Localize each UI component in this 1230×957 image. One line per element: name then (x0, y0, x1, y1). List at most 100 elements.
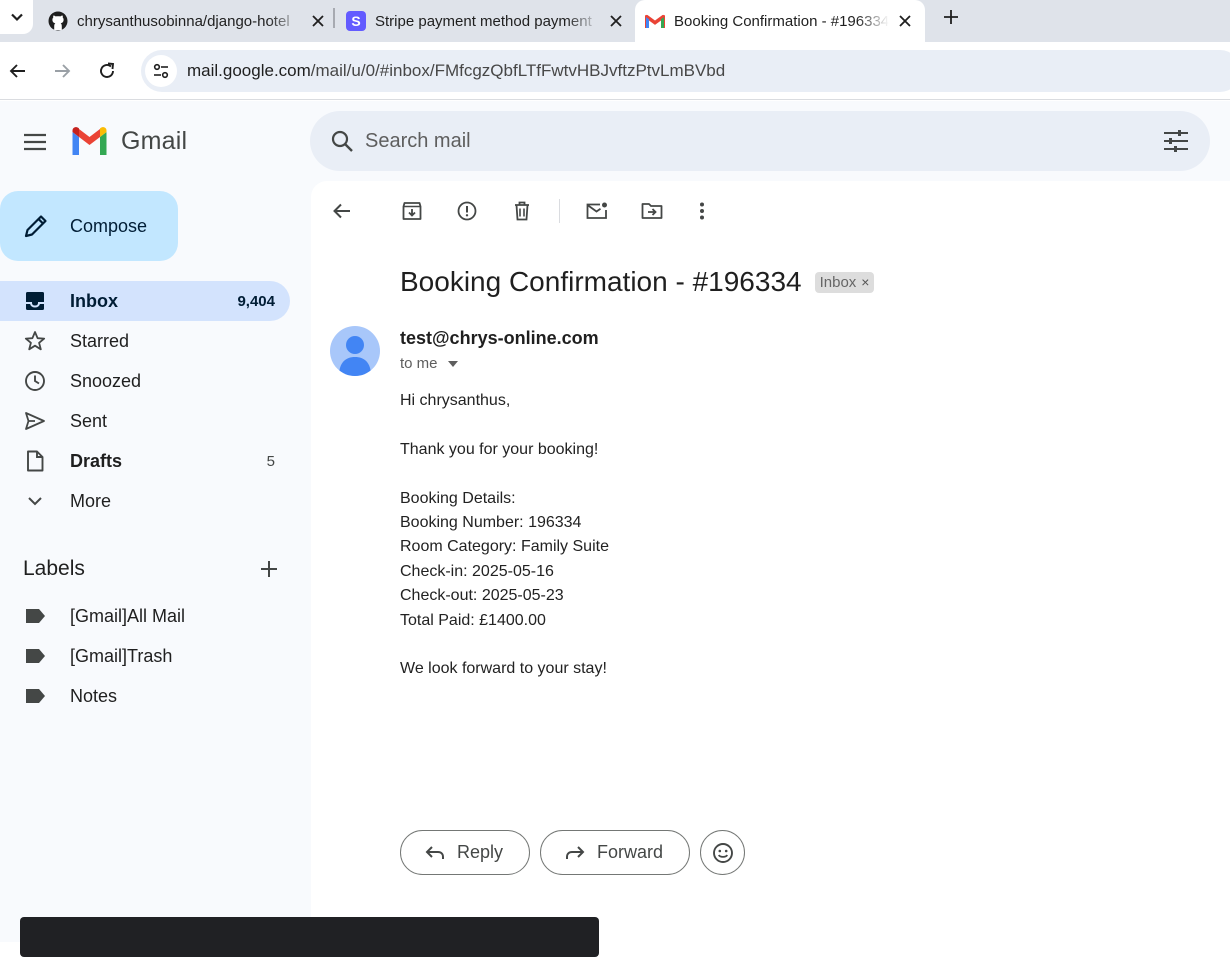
label-icon (23, 644, 47, 668)
check-in-line: Check-in: 2025-05-16 (400, 562, 554, 580)
archive-icon (402, 202, 422, 220)
forward-button[interactable]: Forward (540, 830, 691, 875)
recipient-text: to me (400, 355, 438, 372)
closing-line: We look forward to your stay! (400, 660, 607, 678)
compose-button[interactable]: Compose (0, 191, 178, 261)
mark-unread-button[interactable] (577, 191, 617, 231)
smiley-icon (712, 842, 733, 863)
search-input[interactable] (365, 129, 1125, 153)
show-details-icon[interactable] (446, 357, 460, 371)
new-tab-button[interactable] (940, 6, 962, 28)
back-button[interactable] (5, 58, 31, 84)
plus-icon (261, 561, 277, 577)
message-pane: Booking Confirmation - #196334 Inbox × t… (311, 181, 1230, 942)
inbox-label-chip[interactable]: Inbox × (814, 271, 875, 293)
clock-icon (23, 369, 47, 393)
delete-button[interactable] (502, 191, 542, 231)
compose-label: Compose (70, 215, 148, 236)
move-to-folder-icon (641, 203, 663, 219)
forward-label: Forward (597, 842, 664, 862)
tab-search-button[interactable] (0, 0, 33, 34)
recipient-line: to me (400, 355, 460, 372)
nav-label: Snoozed (70, 370, 142, 391)
gmail-icon (72, 127, 107, 155)
browser-tabstrip: chrysanthusobinna/django-hotel S Stripe … (0, 0, 1230, 42)
send-icon (23, 409, 47, 433)
create-label-button[interactable] (257, 557, 281, 581)
draft-icon (23, 449, 47, 473)
label-item-trash[interactable]: [Gmail]Trash (0, 636, 290, 676)
reload-icon (100, 62, 115, 78)
browser-tab-gmail[interactable]: Booking Confirmation - #196334 (635, 0, 925, 42)
forward-button[interactable] (49, 58, 75, 84)
arrow-left-icon (333, 203, 350, 219)
label-item-all-mail[interactable]: [Gmail]All Mail (0, 596, 290, 636)
labels-header: Labels (23, 554, 283, 584)
thanks-line: Thank you for your booking! (400, 440, 599, 458)
move-to-button[interactable] (632, 191, 672, 231)
close-tab-icon[interactable] (606, 11, 626, 31)
reload-button[interactable] (94, 58, 120, 84)
inbox-icon (23, 289, 47, 313)
report-spam-button[interactable] (447, 191, 487, 231)
reply-button[interactable]: Reply (400, 830, 531, 875)
check-out-line: Check-out: 2025-05-23 (400, 587, 564, 605)
more-options-button[interactable] (682, 191, 722, 231)
archive-button[interactable] (392, 191, 432, 231)
nav-item-starred[interactable]: Starred (0, 321, 290, 361)
message-toolbar (311, 191, 811, 231)
svg-text:S: S (351, 13, 360, 29)
nav-label: More (70, 490, 112, 511)
labels-title: Labels (23, 557, 85, 580)
close-tab-icon[interactable] (308, 11, 328, 31)
email-subject: Booking Confirmation - #196334 (400, 266, 802, 297)
person-icon (339, 336, 371, 376)
url-text: mail.google.com/mail/u/0/#inbox/FMfcgzQb… (187, 61, 725, 81)
sender-avatar[interactable] (330, 326, 380, 376)
nav-label: Starred (70, 330, 130, 351)
email-body: Hi chrysanthus, Thank you for your booki… (400, 389, 609, 682)
label-icon (23, 684, 47, 708)
draft-count: 5 (266, 452, 275, 470)
reply-actions: Reply Forward (400, 830, 746, 875)
stripe-icon: S (346, 11, 366, 31)
sender-email[interactable]: test@chrys-online.com (400, 328, 599, 349)
nav-item-snoozed[interactable]: Snoozed (0, 361, 290, 401)
room-category-line: Room Category: Family Suite (400, 538, 609, 556)
nav-item-more[interactable]: More (0, 481, 290, 521)
label-name: [Gmail]All Mail (70, 605, 186, 626)
unread-count: 9,404 (237, 292, 275, 310)
gmail-logo[interactable]: Gmail (70, 126, 187, 156)
main-menu-button[interactable] (14, 121, 56, 163)
browser-tab-github[interactable]: chrysanthusobinna/django-hotel (48, 0, 328, 42)
browser-tab-stripe[interactable]: S Stripe payment method payment (346, 0, 626, 42)
nav-item-inbox[interactable]: Inbox 9,404 (0, 281, 290, 321)
greeting-line: Hi chrysanthus, (400, 392, 511, 409)
hamburger-icon (24, 133, 46, 151)
back-to-inbox-button[interactable] (322, 191, 362, 231)
close-tab-icon[interactable] (895, 11, 915, 31)
reply-label: Reply (457, 842, 504, 862)
trash-icon (515, 201, 529, 221)
nav-item-sent[interactable]: Sent (0, 401, 290, 441)
search-icon[interactable] (324, 123, 360, 159)
nav-item-drafts[interactable]: Drafts 5 (0, 441, 290, 481)
search-bar (310, 111, 1210, 171)
mailbox-nav: Inbox 9,404 Starred Snoozed Sent Drafts … (0, 281, 290, 521)
address-bar[interactable]: mail.google.com/mail/u/0/#inbox/FMfcgzQb… (141, 50, 1230, 92)
star-icon (23, 329, 47, 353)
remove-label-icon[interactable]: × (861, 274, 869, 290)
emoji-reaction-button[interactable] (700, 830, 746, 875)
label-name: [Gmail]Trash (70, 645, 173, 666)
browser-toolbar: mail.google.com/mail/u/0/#inbox/FMfcgzQb… (0, 42, 1230, 100)
site-info-icon[interactable] (145, 55, 177, 87)
tab-title: Stripe payment method payment (375, 12, 592, 30)
label-item-notes[interactable]: Notes (0, 676, 290, 716)
search-options-icon[interactable] (1162, 127, 1190, 155)
total-paid-line: Total Paid: £1400.00 (400, 611, 546, 629)
pencil-icon (22, 212, 50, 240)
github-icon (48, 11, 68, 31)
arrow-left-icon (9, 64, 25, 78)
